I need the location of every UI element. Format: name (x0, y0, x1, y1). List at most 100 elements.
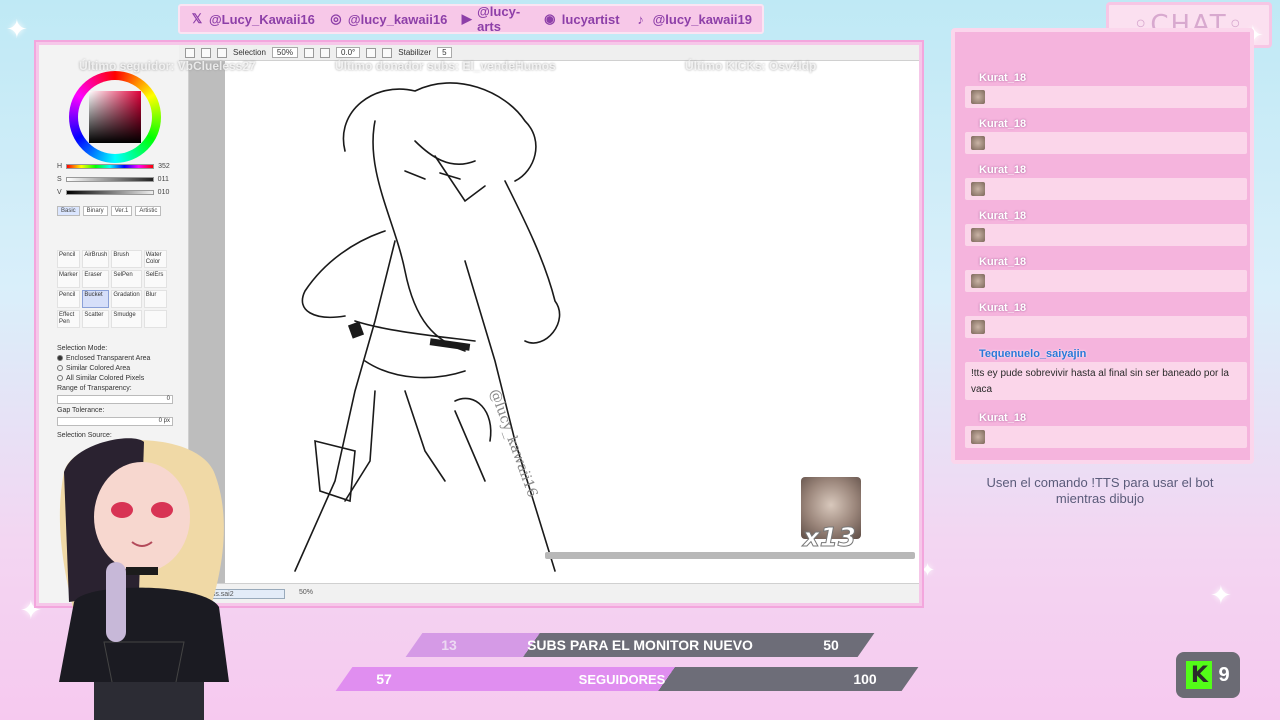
tool-tab[interactable]: Basic (57, 206, 80, 216)
selection-mode-option[interactable]: Enclosed Transparent Area (57, 355, 173, 362)
stabilizer-field[interactable]: 5 (437, 47, 452, 58)
chat-bubble (965, 426, 1247, 448)
rotate-right-button[interactable] (382, 47, 393, 58)
tool-tab-strip: Basic Binary Ver.1 Artistic (57, 206, 162, 216)
tool-button[interactable]: Smudge (111, 310, 142, 328)
tool-tab[interactable]: Ver.1 (110, 206, 133, 216)
tool-button[interactable]: Gradation (111, 290, 142, 308)
value-slider-row[interactable]: V 010 (57, 189, 169, 196)
tool-button[interactable]: Bucket (82, 290, 110, 308)
social-handle: @lucy_kawaii19 (652, 11, 752, 27)
redo-button[interactable] (201, 47, 211, 58)
selection-mode-option[interactable]: Similar Colored Area (57, 365, 173, 372)
chat-message: Kurat_18 (965, 210, 1247, 246)
tool-button[interactable]: Marker (57, 270, 81, 288)
kick-logo-icon: K (1186, 661, 1213, 689)
chat-username[interactable]: Kurat_18 (979, 210, 1247, 222)
radio-icon (57, 355, 63, 362)
saturation-value: 011 (157, 176, 169, 183)
social-link[interactable]: 𝕏 @Lucy_Kawaii16 (190, 11, 315, 27)
artist-signature: @lucy_kawaii16 (486, 387, 540, 500)
social-links-bar: 𝕏 @Lucy_Kawaii16 ◎ @lucy_kawaii16 ▶ @lucy-art… (178, 4, 764, 34)
hue-label: H (57, 163, 63, 170)
tool-button[interactable]: Pencil (57, 290, 81, 308)
selection-mode-label: Selection Mode: (57, 345, 108, 352)
tool-button[interactable]: Blur (143, 290, 167, 308)
discord-icon: ◉ (544, 11, 556, 26)
tool-tab[interactable]: Artistic (135, 206, 162, 216)
hamster-emote-icon (971, 274, 985, 288)
chat-message: Kurat_18 (965, 118, 1247, 154)
rotate-left-button[interactable] (366, 47, 377, 58)
chat-bubble (965, 316, 1247, 338)
chat-username[interactable]: Kurat_18 (979, 412, 1247, 424)
horizontal-scrollbar[interactable] (545, 552, 915, 559)
undo-button[interactable] (185, 47, 195, 58)
zoom-in-button[interactable] (319, 47, 330, 58)
chat-username[interactable]: Kurat_18 (979, 118, 1247, 130)
gap-tolerance-field[interactable]: 0 px (57, 417, 173, 426)
kick-viewer-badge: K 9 (1176, 652, 1240, 698)
saturation-slider[interactable] (65, 177, 154, 182)
social-handle: @Lucy_Kawaii16 (209, 11, 315, 27)
sparkle-icon: ✦ (6, 14, 28, 44)
range-transparency-label: Range of Transparency: (57, 385, 132, 392)
followers-goal-label: SEGUIDORES (578, 671, 666, 687)
tool-button[interactable]: AirBrush (82, 250, 110, 268)
chat-username[interactable]: Kurat_18 (979, 302, 1247, 314)
deselect-button[interactable] (217, 47, 227, 58)
chat-username[interactable]: Kurat_18 (979, 256, 1247, 268)
tool-button[interactable]: SelErs (143, 270, 167, 288)
hamster-emote-icon (971, 228, 985, 242)
tool-button[interactable]: Effect Pen (57, 310, 81, 328)
social-link[interactable]: ▶ @lucy-arts (461, 4, 528, 34)
rotation-field[interactable]: 0.0° (335, 47, 361, 58)
tool-button[interactable]: Scatter (82, 310, 110, 328)
chat-username[interactable]: Kurat_18 (979, 164, 1247, 176)
chat-username[interactable]: Tequenuelo_saiyajin (979, 348, 1247, 360)
instagram-icon: ◎ (330, 11, 342, 26)
tool-grid: Pencil AirBrush Brush Water Color Marker Eras… (57, 250, 167, 328)
chat-bubble (965, 178, 1247, 200)
subs-goal-bar: 13 SUBS PARA EL MONITOR NUEVO 50 (405, 633, 875, 657)
subs-goal-label: SUBS PARA EL MONITOR NUEVO (527, 637, 753, 653)
tool-button[interactable]: Pencil (57, 250, 81, 268)
chat-username[interactable]: Kurat_18 (979, 72, 1247, 84)
sparkle-icon: ✦ (1210, 580, 1232, 610)
saturation-slider-row[interactable]: S 011 (57, 176, 169, 183)
vtuber-avatar (59, 438, 229, 720)
chat-panel: Kurat_18 Kurat_18 Kurat_18 Kurat_18 Kurat_18… (951, 28, 1254, 464)
tool-button[interactable]: SelPen (111, 270, 142, 288)
hamster-emote-icon (971, 320, 985, 334)
social-link[interactable]: ◉ lucyartist (543, 11, 619, 27)
social-handle: @lucy-arts (477, 4, 521, 34)
hamster-emote-icon (971, 90, 985, 104)
zoom-field[interactable]: 50% (271, 47, 298, 58)
hue-slider[interactable] (66, 164, 155, 169)
tts-instructions: Usen el comando !TTS para usar el bot mi… (986, 475, 1214, 506)
zoom-out-button[interactable] (303, 47, 314, 58)
chat-text: !tts ey pude sobrevivir hasta al final s… (971, 368, 1229, 395)
hue-value: 352 (158, 163, 170, 170)
hamster-emote-icon (971, 430, 985, 444)
color-picker-square[interactable] (89, 91, 141, 143)
youtube-icon: ▶ (461, 11, 472, 26)
social-link[interactable]: ◎ @lucy_kawaii16 (329, 11, 447, 27)
tool-button[interactable]: Brush (111, 250, 142, 268)
saturation-label: S (57, 176, 62, 183)
hue-slider-row[interactable]: H 352 (57, 163, 170, 170)
tool-tab[interactable]: Binary (82, 206, 108, 216)
subs-goal-current: 13 (441, 637, 457, 653)
hamster-emote-icon (971, 136, 985, 150)
social-link[interactable]: ♪ @lucy_kawaii19 (634, 12, 752, 27)
last-donor-text: Último donador subs: El_vendeHumos (335, 59, 556, 73)
range-transparency-field[interactable]: 0 (57, 395, 173, 404)
tool-button[interactable]: Eraser (82, 270, 110, 288)
tool-button[interactable]: Water Color (143, 250, 167, 268)
tool-button[interactable] (143, 310, 167, 328)
value-slider[interactable] (65, 190, 154, 195)
status-zoom: 50% (299, 589, 314, 596)
subs-goal-target: 50 (823, 637, 839, 653)
chat-message: Kurat_18 (965, 164, 1247, 200)
selection-mode-option[interactable]: All Similar Colored Pixels (57, 375, 173, 382)
